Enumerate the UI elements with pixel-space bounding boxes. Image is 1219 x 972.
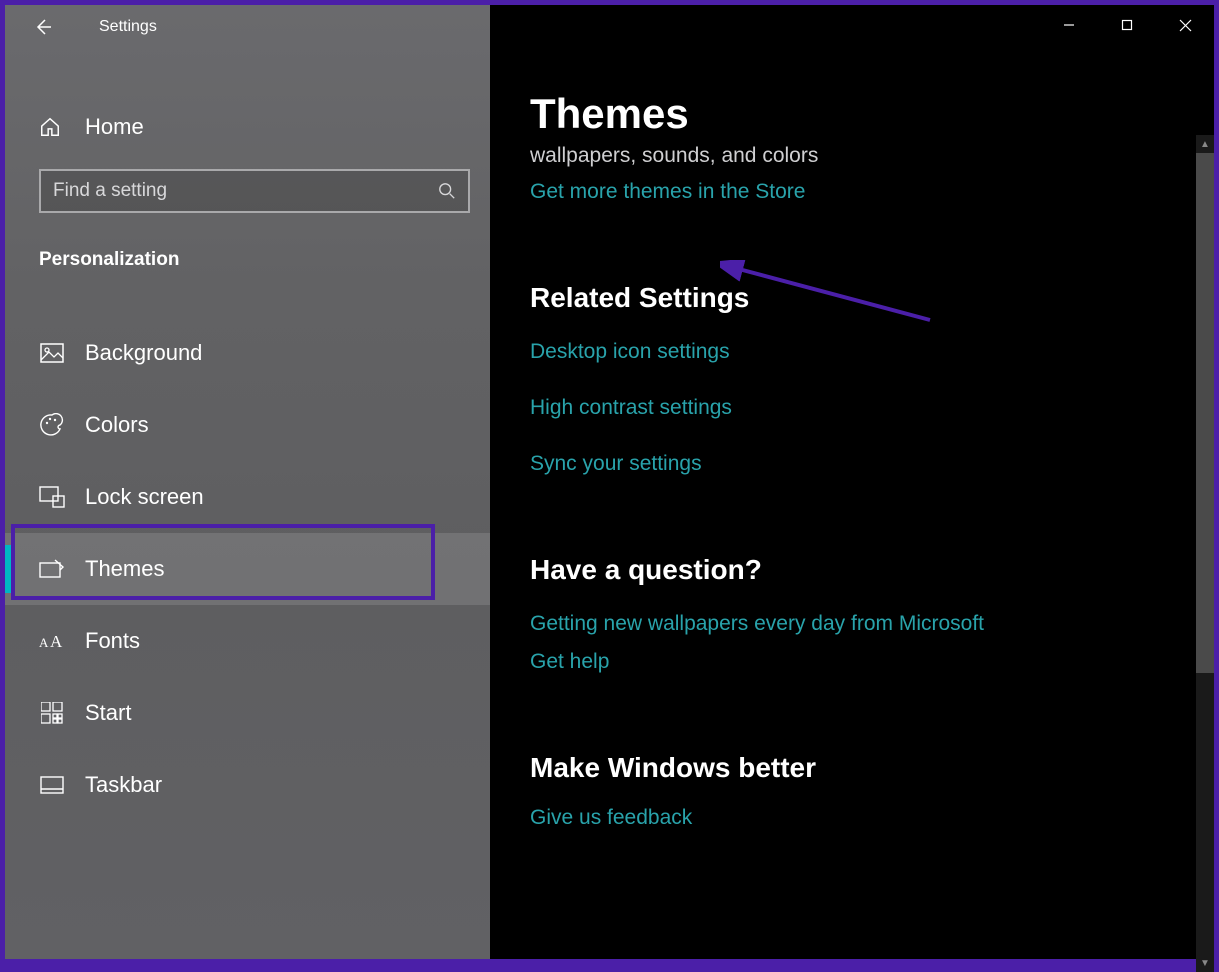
home-button[interactable]: Home	[5, 103, 490, 151]
get-help-link[interactable]: Get help	[530, 650, 609, 674]
scrollbar[interactable]: ▲ ▼	[1196, 153, 1214, 954]
page-title: Themes	[530, 90, 1214, 138]
wallpapers-help-link[interactable]: Getting new wallpapers every day from Mi…	[530, 612, 984, 636]
sidebar-item-label: Fonts	[85, 628, 140, 654]
scroll-thumb[interactable]	[1196, 153, 1214, 673]
category-heading: Personalization	[39, 249, 490, 271]
maximize-button[interactable]	[1098, 5, 1156, 45]
sidebar-item-fonts[interactable]: AA Fonts	[5, 605, 490, 677]
sidebar-item-lockscreen[interactable]: Lock screen	[5, 461, 490, 533]
titlebar: Settings	[5, 5, 490, 49]
arrow-left-icon	[33, 17, 53, 37]
main-content: Themes wallpapers, sounds, and colors Ge…	[490, 5, 1214, 959]
related-links: Desktop icon settings High contrast sett…	[530, 340, 1214, 476]
feedback-link[interactable]: Give us feedback	[530, 806, 692, 830]
themes-icon	[39, 556, 65, 582]
close-icon	[1179, 19, 1192, 32]
maximize-icon	[1121, 19, 1133, 31]
window-controls	[1040, 5, 1214, 45]
question-heading: Have a question?	[530, 554, 1214, 586]
related-settings-heading: Related Settings	[530, 282, 1214, 314]
sidebar: Settings Home Personalization Background	[5, 5, 490, 959]
page-subtitle: wallpapers, sounds, and colors	[530, 144, 1214, 168]
sidebar-item-label: Themes	[85, 556, 164, 582]
nav-list: Background Colors Lock screen Themes	[5, 317, 490, 821]
search-box[interactable]	[39, 169, 470, 213]
lockscreen-icon	[39, 484, 65, 510]
picture-icon	[39, 340, 65, 366]
desktop-icon-settings-link[interactable]: Desktop icon settings	[530, 340, 730, 364]
sidebar-item-themes[interactable]: Themes	[5, 533, 490, 605]
sidebar-item-label: Colors	[85, 412, 149, 438]
svg-text:A: A	[50, 632, 63, 651]
fonts-icon: AA	[39, 628, 65, 654]
search-icon	[438, 182, 456, 200]
svg-text:A: A	[39, 635, 49, 650]
scroll-up-icon[interactable]: ▲	[1196, 135, 1214, 153]
better-heading: Make Windows better	[530, 752, 1214, 784]
taskbar-icon	[39, 772, 65, 798]
scroll-down-icon[interactable]: ▼	[1196, 954, 1214, 972]
sidebar-item-start[interactable]: Start	[5, 677, 490, 749]
window-title: Settings	[99, 18, 157, 36]
sidebar-item-label: Start	[85, 700, 131, 726]
start-icon	[39, 700, 65, 726]
sidebar-item-label: Lock screen	[85, 484, 204, 510]
settings-window: Settings Home Personalization Background	[5, 5, 1214, 959]
sidebar-item-taskbar[interactable]: Taskbar	[5, 749, 490, 821]
sidebar-item-label: Taskbar	[85, 772, 162, 798]
search-input[interactable]	[53, 180, 438, 202]
back-button[interactable]	[23, 7, 63, 47]
close-button[interactable]	[1156, 5, 1214, 45]
home-label: Home	[85, 114, 144, 140]
minimize-button[interactable]	[1040, 5, 1098, 45]
palette-icon	[39, 412, 65, 438]
sidebar-item-colors[interactable]: Colors	[5, 389, 490, 461]
high-contrast-settings-link[interactable]: High contrast settings	[530, 396, 732, 420]
minimize-icon	[1063, 19, 1075, 31]
store-link[interactable]: Get more themes in the Store	[530, 180, 805, 204]
home-icon	[39, 116, 63, 138]
sync-settings-link[interactable]: Sync your settings	[530, 452, 702, 476]
sidebar-item-background[interactable]: Background	[5, 317, 490, 389]
sidebar-item-label: Background	[85, 340, 202, 366]
